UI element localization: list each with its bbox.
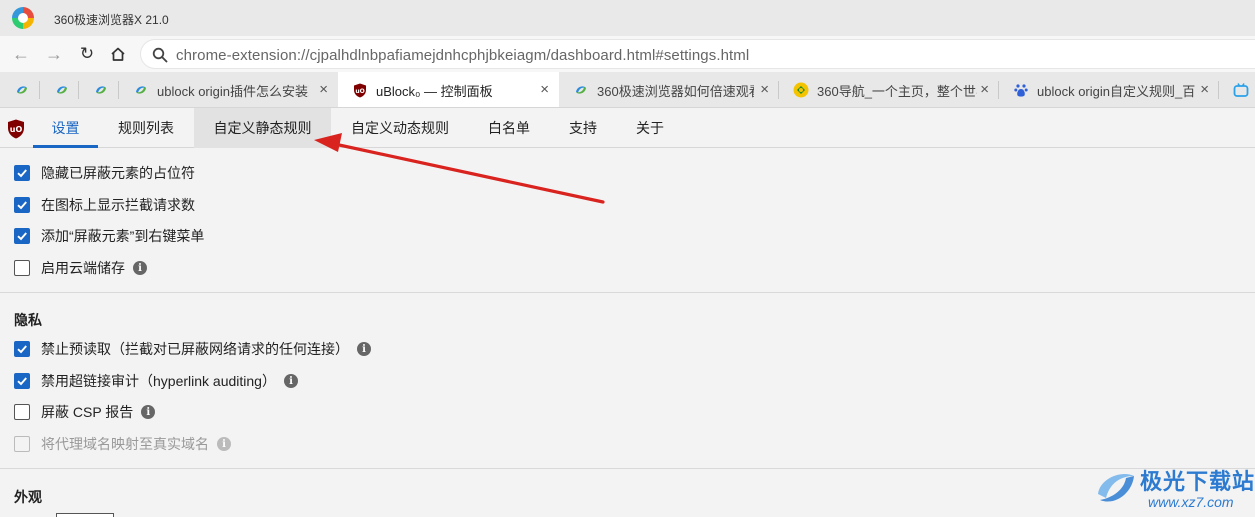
dashboard-tabs: uO 设置 规则列表 自定义静态规则 自定义动态规则 白名单 支持 关于 bbox=[0, 108, 1255, 148]
setting-label: 禁止预读取（拦截对已屏蔽网络请求的任何连接） bbox=[41, 341, 349, 357]
section-title-privacy: 隐私 bbox=[14, 312, 42, 328]
checkbox[interactable] bbox=[14, 165, 30, 181]
360nav-icon bbox=[793, 82, 809, 98]
setting-label: 在图标上显示拦截请求数 bbox=[41, 197, 195, 213]
tab-baidu[interactable]: ublock origin自定义规则_百度 × bbox=[999, 72, 1219, 107]
tab-title: ublock origin自定义规则_百度 bbox=[1037, 83, 1195, 99]
tab-title: 360导航_一个主页，整个世界 bbox=[817, 83, 977, 99]
close-tab-icon[interactable]: × bbox=[1200, 82, 1209, 98]
watermark-name: 极光下载站 bbox=[1140, 469, 1255, 494]
svg-text:uO: uO bbox=[355, 88, 364, 95]
checkbox[interactable] bbox=[14, 341, 30, 357]
360-icon bbox=[54, 82, 70, 98]
checkmark-icon bbox=[17, 377, 27, 386]
baidu-icon bbox=[1013, 82, 1029, 98]
reload-icon: ↻ bbox=[79, 44, 95, 63]
setting-context-menu[interactable]: 添加“屏蔽元素”到右键菜单 bbox=[14, 226, 204, 246]
tab-ublock-install[interactable]: ublock origin插件怎么安装到 × bbox=[119, 72, 338, 107]
info-icon[interactable]: i bbox=[133, 261, 147, 275]
setting-cloud-storage[interactable]: 启用云端储存 i bbox=[14, 258, 147, 278]
home-button[interactable] bbox=[107, 43, 129, 65]
ublock-logo-icon: uO bbox=[8, 119, 24, 139]
setting-csp-reports[interactable]: 屏蔽 CSP 报告 i bbox=[14, 402, 156, 422]
close-tab-icon[interactable]: × bbox=[760, 82, 769, 98]
close-tab-icon[interactable]: × bbox=[980, 82, 989, 98]
checkbox[interactable] bbox=[14, 228, 30, 244]
navigation-bar: ← → ↻ chrome-extension://cjpalhdlnbpafia… bbox=[0, 36, 1255, 72]
setting-hyperlink-auditing[interactable]: 禁用超链接审计（hyperlink auditing） i bbox=[14, 371, 298, 391]
arrow-left-icon: ← bbox=[12, 43, 30, 64]
360-icon bbox=[14, 82, 30, 98]
watermark: 极光下载站 www.xz7.com bbox=[1088, 460, 1255, 516]
tab-about[interactable]: 关于 bbox=[617, 108, 683, 148]
tab-filter-lists[interactable]: 规则列表 bbox=[98, 108, 194, 148]
checkbox[interactable] bbox=[14, 197, 30, 213]
info-icon[interactable]: i bbox=[357, 342, 371, 356]
setting-label: 添加“屏蔽元素”到右键菜单 bbox=[41, 228, 205, 244]
setting-label: 隐藏已屏蔽元素的占位符 bbox=[41, 165, 195, 181]
checkbox[interactable] bbox=[14, 260, 30, 276]
tab-title: ublock origin插件怎么安装到 bbox=[157, 83, 309, 99]
checkmark-icon bbox=[17, 201, 27, 210]
close-tab-icon[interactable]: × bbox=[319, 82, 328, 98]
tab-my-rules[interactable]: 自定义动态规则 bbox=[331, 108, 469, 148]
appearance-select-partial[interactable] bbox=[56, 513, 114, 517]
browser-logo-icon bbox=[12, 7, 34, 29]
search-icon bbox=[152, 47, 168, 63]
setting-label: 禁用超链接审计（hyperlink auditing） bbox=[41, 373, 276, 389]
tab-ublock-dashboard[interactable]: uO uBlock₀ — 控制面板 × bbox=[338, 72, 559, 107]
setting-hide-placeholders[interactable]: 隐藏已屏蔽元素的占位符 bbox=[14, 163, 195, 183]
watermark-url: www.xz7.com bbox=[1148, 494, 1234, 510]
back-button[interactable]: ← bbox=[10, 43, 32, 65]
section-divider bbox=[0, 468, 1255, 469]
tab-strip: ublock origin插件怎么安装到 × uO uBlock₀ — 控制面板… bbox=[0, 72, 1255, 108]
home-icon bbox=[111, 47, 125, 61]
tab-pinned-1[interactable] bbox=[0, 72, 40, 107]
bilibili-icon bbox=[1233, 82, 1249, 98]
tab-pinned-2[interactable] bbox=[40, 72, 79, 107]
address-bar[interactable]: chrome-extension://cjpalhdlnbpafiamejdnh… bbox=[140, 39, 1255, 69]
info-icon[interactable]: i bbox=[283, 374, 298, 388]
url-text: chrome-extension://cjpalhdlnbpafiamejdnh… bbox=[176, 47, 750, 64]
reload-button[interactable]: ↻ bbox=[76, 43, 98, 65]
info-icon[interactable]: i bbox=[217, 437, 231, 451]
setting-prefetching[interactable]: 禁止预读取（拦截对已屏蔽网络请求的任何连接） i bbox=[14, 339, 371, 359]
close-tab-icon[interactable]: × bbox=[540, 82, 549, 98]
watermark-logo-icon bbox=[1098, 474, 1134, 502]
section-title-appearance: 外观 bbox=[14, 489, 42, 505]
360-icon bbox=[573, 82, 589, 98]
tab-my-filters[interactable]: 自定义静态规则 bbox=[194, 108, 331, 148]
tab-360-nav[interactable]: 360导航_一个主页，整个世界 × bbox=[779, 72, 999, 107]
checkmark-icon bbox=[17, 169, 27, 178]
setting-show-icon-badge[interactable]: 在图标上显示拦截请求数 bbox=[14, 195, 195, 215]
checkbox bbox=[14, 436, 30, 452]
ublock-icon: uO bbox=[352, 82, 368, 98]
360-icon bbox=[133, 82, 149, 98]
checkmark-icon bbox=[17, 345, 27, 354]
tab-title: uBlock₀ — 控制面板 bbox=[376, 83, 493, 99]
setting-label: 将代理域名映射至真实域名 bbox=[41, 436, 209, 452]
arrow-right-icon: → bbox=[45, 43, 63, 64]
tab-whitelist[interactable]: 白名单 bbox=[469, 108, 549, 148]
360-icon bbox=[93, 82, 109, 98]
svg-text:uO: uO bbox=[10, 125, 23, 134]
tab-settings[interactable]: 设置 bbox=[33, 108, 98, 148]
tab-pinned-3[interactable] bbox=[79, 72, 119, 107]
checkmark-icon bbox=[17, 232, 27, 241]
tab-speed-video[interactable]: 360极速浏览器如何倍速观看视 × bbox=[559, 72, 779, 107]
tab-title: 360极速浏览器如何倍速观看视 bbox=[597, 83, 754, 99]
setting-label: 屏蔽 CSP 报告 bbox=[41, 404, 134, 420]
title-bar: 360极速浏览器X 21.0 bbox=[0, 0, 1255, 36]
checkbox[interactable] bbox=[14, 404, 30, 420]
tab-support[interactable]: 支持 bbox=[549, 108, 617, 148]
forward-button[interactable]: → bbox=[43, 43, 65, 65]
tab-partial[interactable] bbox=[1219, 72, 1255, 107]
setting-label: 启用云端储存 bbox=[41, 260, 125, 276]
info-icon[interactable]: i bbox=[141, 405, 156, 419]
section-divider bbox=[0, 292, 1255, 293]
checkbox[interactable] bbox=[14, 373, 30, 389]
setting-uncloak-cnames: 将代理域名映射至真实域名 i bbox=[14, 434, 231, 454]
window-title: 360极速浏览器X 21.0 bbox=[54, 13, 169, 27]
